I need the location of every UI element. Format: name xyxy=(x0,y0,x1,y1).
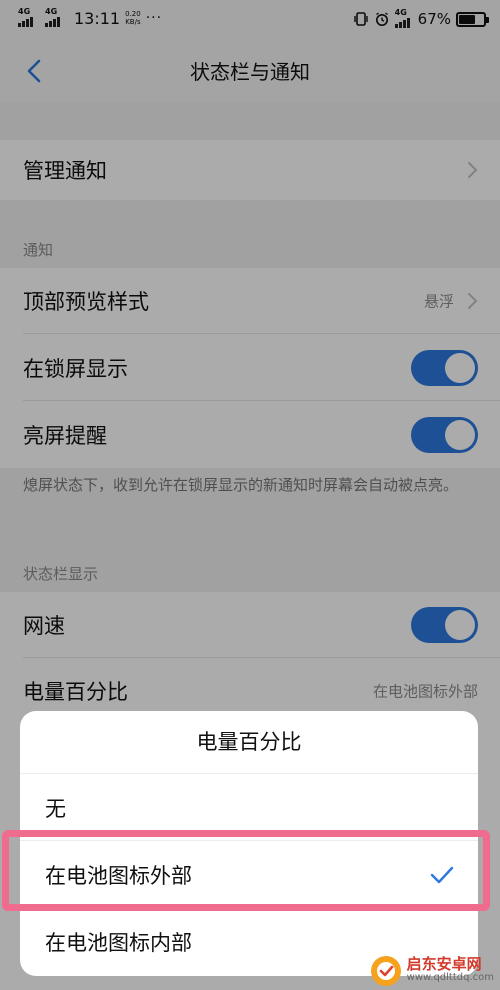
watermark: 启东安卓网 www.qdlttdq.com xyxy=(369,954,494,988)
option-label: 在电池图标内部 xyxy=(45,930,192,955)
option-label: 无 xyxy=(45,796,66,821)
highlight-box xyxy=(2,830,490,911)
watermark-text: 启东安卓网 www.qdlttdq.com xyxy=(407,957,494,985)
watermark-url: www.qdlttdq.com xyxy=(406,972,494,983)
watermark-name: 启东安卓网 xyxy=(406,955,482,973)
sheet-title: 电量百分比 xyxy=(20,711,478,774)
watermark-logo-icon xyxy=(370,956,401,986)
